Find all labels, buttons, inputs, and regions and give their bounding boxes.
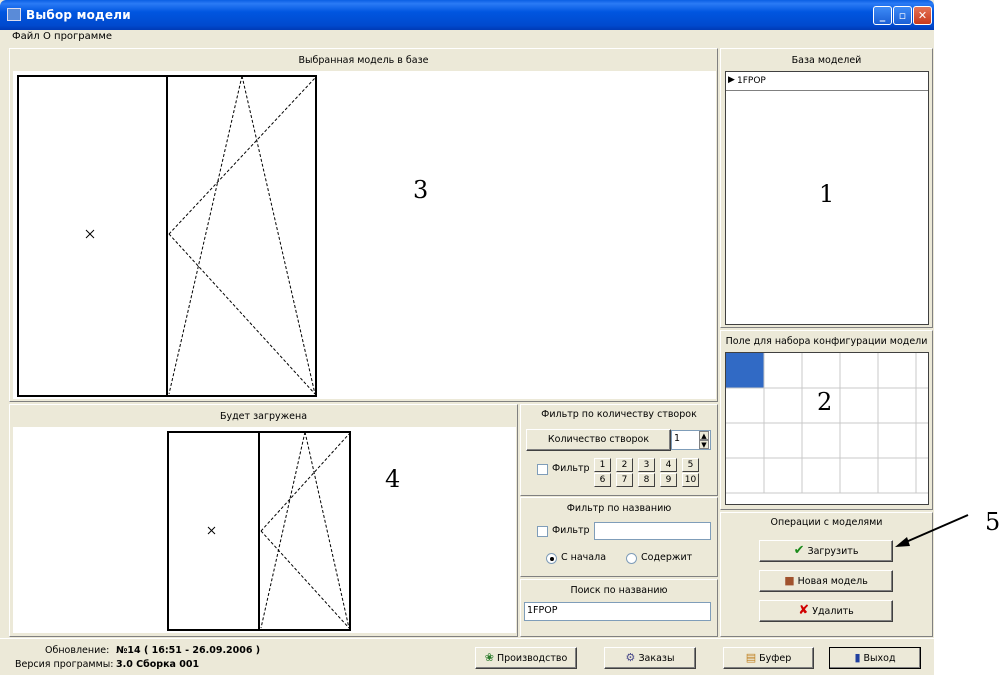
count-btn-10[interactable]: 10 [682, 473, 699, 487]
selected-model-canvas [13, 71, 716, 399]
load-model-drawing [167, 431, 351, 631]
annotation-3: 3 [413, 176, 429, 204]
count-btn-2[interactable]: 2 [616, 458, 633, 472]
selected-model-header: Выбранная модель в базе [298, 55, 429, 66]
update-value: №14 ( 16:51 - 26.09.2006 ) [116, 645, 261, 656]
clipboard-icon: ▤ [745, 651, 757, 664]
title-bar [0, 0, 934, 30]
production-button[interactable]: ❀ Производство [475, 647, 577, 669]
name-filter-input[interactable] [594, 522, 711, 540]
model-base-header: База моделей [791, 55, 862, 66]
menu-file[interactable]: Файл [12, 31, 40, 42]
new-model-button-label: Новая модель [797, 576, 868, 587]
count-btn-6[interactable]: 6 [594, 473, 611, 487]
config-header: Поле для набора конфигурации модели [725, 336, 928, 347]
load-button-label: Загрузить [807, 546, 859, 557]
annotation-1: 1 [819, 180, 835, 208]
radio-contains[interactable] [626, 553, 637, 564]
app-icon [7, 8, 21, 21]
count-btn-9[interactable]: 9 [660, 473, 677, 487]
count-btn-4[interactable]: 4 [660, 458, 677, 472]
name-filter-checkbox[interactable] [537, 526, 548, 537]
count-btn-3[interactable]: 3 [638, 458, 655, 472]
count-button[interactable]: Количество створок [526, 429, 671, 451]
radio-contains-label: Содержит [641, 552, 693, 563]
delete-x-icon: ✘ [798, 603, 810, 618]
filter-count-header: Фильтр по количеству створок [541, 409, 697, 420]
maximize-button[interactable]: ▫ [893, 6, 912, 25]
menu-bar: Файл О программе [0, 30, 934, 47]
version-label: Версия программы: [15, 659, 114, 670]
window-model-drawing [17, 75, 317, 397]
exit-button-label: Выход [863, 653, 896, 664]
annotation-5: 5 [985, 508, 1001, 536]
to-load-header: Будет загружена [219, 411, 308, 422]
spin-up-icon[interactable]: ▲ [699, 431, 709, 440]
to-load-canvas [13, 427, 516, 633]
orders-icon: ⚙ [625, 651, 636, 664]
spin-down-icon[interactable]: ▼ [699, 440, 709, 449]
config-grid-lines [726, 353, 928, 494]
menu-about[interactable]: О программе [43, 31, 112, 42]
count-filter-label: Фильтр [552, 463, 590, 474]
orders-button[interactable]: ⚙ Заказы [604, 647, 696, 669]
annotation-2: 2 [817, 388, 833, 416]
delete-button[interactable]: ✘ Удалить [759, 600, 893, 622]
search-input[interactable]: 1FPOP [524, 602, 711, 621]
production-icon: ❀ [484, 651, 494, 664]
count-btn-1[interactable]: 1 [594, 458, 611, 472]
minimize-button[interactable]: _ [873, 6, 892, 25]
production-button-label: Производство [496, 653, 568, 664]
radio-starts-with[interactable] [546, 553, 557, 564]
search-header: Поиск по названию [570, 585, 668, 596]
window-title: Выбор модели [26, 8, 131, 22]
radio-starts-with-label: С начала [561, 552, 607, 563]
count-filter-checkbox[interactable] [537, 464, 548, 475]
version-value: 3.0 Сборка 001 [116, 659, 200, 670]
door-icon: ▮ [854, 651, 861, 664]
annotation-4: 4 [385, 465, 401, 493]
checkmark-icon: ✔ [793, 543, 805, 558]
delete-button-label: Удалить [812, 606, 854, 617]
row-pointer-icon: ▶ [728, 75, 735, 85]
new-model-button[interactable]: ■ Новая модель [759, 570, 893, 592]
update-label: Обновление: [45, 645, 110, 656]
orders-button-label: Заказы [638, 653, 675, 664]
box-icon: ■ [784, 574, 795, 587]
name-filter-label: Фильтр [552, 525, 590, 536]
count-btn-7[interactable]: 7 [616, 473, 633, 487]
filter-name-header: Фильтр по названию [566, 503, 672, 514]
selected-cell [726, 353, 764, 388]
count-btn-5[interactable]: 5 [682, 458, 699, 472]
exit-button[interactable]: ▮ Выход [829, 647, 921, 669]
count-btn-8[interactable]: 8 [638, 473, 655, 487]
count-spinner[interactable]: 1 ▲ ▼ [671, 430, 711, 450]
buffer-button[interactable]: ▤ Буфер [723, 647, 814, 669]
model-name: 1FPOP [737, 76, 766, 86]
load-button[interactable]: ✔ Загрузить [759, 540, 893, 562]
config-grid[interactable] [725, 352, 929, 505]
close-button[interactable]: ✕ [913, 6, 932, 25]
list-item[interactable]: ▶ 1FPOP [726, 72, 928, 91]
buffer-button-label: Буфер [759, 653, 792, 664]
count-value: 1 [674, 433, 681, 444]
